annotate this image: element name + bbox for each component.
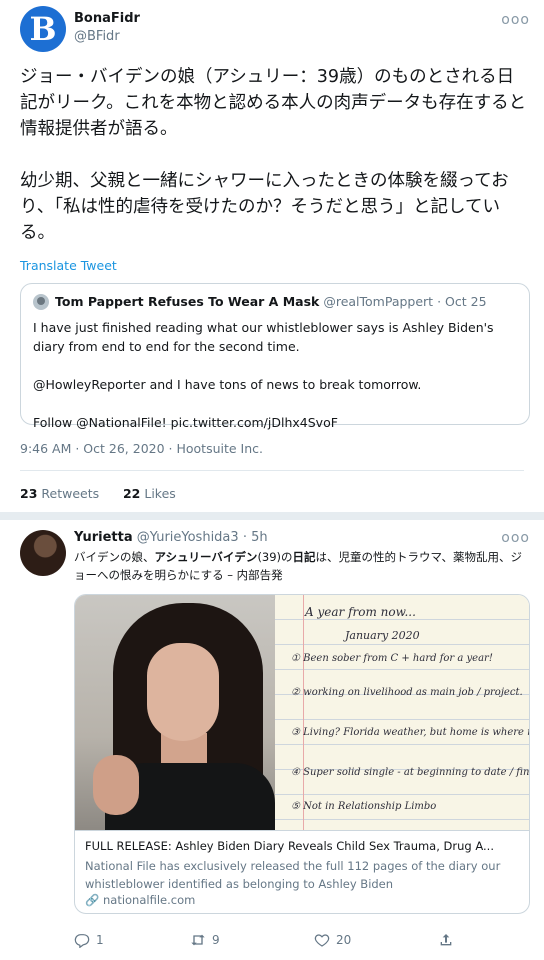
media-image[interactable]: A year from now... January 2020 ① Been s… bbox=[74, 594, 530, 830]
likes-count[interactable]: 22 bbox=[123, 486, 140, 501]
diary-page-photo: A year from now... January 2020 ① Been s… bbox=[275, 595, 530, 830]
retweet-button[interactable]: 9 bbox=[190, 932, 220, 948]
tweet-text: バイデンの娘、アシュリーバイデン(39)の日記は、児童の性的トラウマ、薬物乱用、… bbox=[74, 548, 524, 584]
quoted-handle: @realTomPappert bbox=[323, 294, 434, 309]
tweet-timestamp[interactable]: 9:46 AM · Oct 26, 2020 · Hootsuite Inc. bbox=[20, 441, 263, 456]
link-card-description: National File has exclusively released t… bbox=[85, 859, 501, 891]
reply-count: 1 bbox=[96, 933, 104, 947]
translate-tweet-link[interactable]: Translate Tweet bbox=[20, 258, 117, 273]
diary-line: ④ Super solid single - at beginning to d… bbox=[291, 767, 530, 778]
retweet-count: 9 bbox=[212, 933, 220, 947]
tweet-stats: 23 Retweets 22 Likes bbox=[20, 486, 176, 501]
like-count: 20 bbox=[336, 933, 352, 947]
text-part: (39)の bbox=[257, 550, 293, 564]
link-card-domain-row: 🔗 nationalfile.com bbox=[85, 893, 195, 907]
main-tweet: B BonaFidr @BFidr ooo ジョー・バイデンの娘（アシュリー：3… bbox=[0, 0, 544, 512]
display-name[interactable]: BonaFidr bbox=[74, 11, 140, 26]
text-bold: 日記 bbox=[292, 550, 316, 564]
likes-label[interactable]: Likes bbox=[144, 486, 175, 501]
like-button[interactable]: 20 bbox=[314, 932, 351, 948]
avatar[interactable] bbox=[20, 530, 66, 576]
share-icon bbox=[440, 934, 452, 946]
display-name[interactable]: Yurietta bbox=[74, 530, 133, 545]
user-handle[interactable]: @BFidr bbox=[74, 29, 120, 44]
tweet-header: Yurietta @YurieYoshida3 · 5h bbox=[74, 530, 268, 545]
link-card-domain: nationalfile.com bbox=[102, 893, 196, 907]
quoted-display-name: Tom Pappert Refuses To Wear A Mask bbox=[55, 294, 320, 309]
portrait-photo bbox=[75, 595, 275, 830]
tweet-text: ジョー・バイデンの娘（アシュリー：39歳）のものとされる日記がリーク。これを本物… bbox=[20, 67, 527, 243]
time-separator: · bbox=[242, 530, 252, 545]
user-handle[interactable]: @YurieYoshida3 bbox=[137, 530, 239, 545]
link-card-title: FULL RELEASE: Ashley Biden Diary Reveals… bbox=[85, 839, 494, 853]
quoted-date: Oct 25 bbox=[445, 294, 487, 309]
diary-line: January 2020 bbox=[345, 629, 420, 642]
diary-line: ① Been sober from C + hard for a year! bbox=[291, 653, 493, 664]
reply-icon bbox=[74, 934, 90, 948]
share-button[interactable] bbox=[438, 932, 454, 948]
diary-line: A year from now... bbox=[305, 605, 416, 619]
more-options-icon[interactable]: ooo bbox=[501, 530, 530, 546]
divider bbox=[20, 470, 524, 471]
tweet-time[interactable]: 5h bbox=[251, 530, 268, 545]
link-card[interactable]: FULL RELEASE: Ashley Biden Diary Reveals… bbox=[74, 830, 530, 914]
retweets-label[interactable]: Retweets bbox=[41, 486, 99, 501]
more-options-icon[interactable]: ooo bbox=[501, 12, 530, 28]
text-part: バイデンの娘、 bbox=[74, 550, 155, 564]
quoted-avatar bbox=[33, 294, 49, 310]
reply-button[interactable]: 1 bbox=[74, 932, 104, 948]
quoted-separator: · bbox=[437, 294, 446, 309]
text-bold: アシュリーバイデン bbox=[154, 550, 258, 564]
photo-hand bbox=[93, 755, 139, 815]
avatar-logo: B bbox=[29, 10, 57, 48]
like-icon bbox=[314, 934, 330, 947]
quoted-tweet[interactable]: Tom Pappert Refuses To Wear A Mask @real… bbox=[20, 283, 530, 430]
second-tweet: Yurietta @YurieYoshida3 · 5h ooo バイデンの娘、… bbox=[0, 520, 544, 960]
avatar[interactable]: B bbox=[20, 6, 66, 52]
diary-line: ⑤ Not in Relationship Limbo bbox=[291, 801, 437, 812]
quoted-text: I have just finished reading what our wh… bbox=[33, 320, 494, 430]
link-icon: 🔗 bbox=[85, 893, 100, 907]
retweet-icon bbox=[191, 934, 205, 946]
retweets-count[interactable]: 23 bbox=[20, 486, 37, 501]
diary-line: ③ Living? Florida weather, but home is w… bbox=[291, 727, 529, 738]
diary-line: ② working on livelihood as main job / pr… bbox=[291, 687, 523, 698]
photo-face bbox=[147, 643, 219, 741]
tweet-actions: 1 9 20 bbox=[74, 932, 530, 952]
